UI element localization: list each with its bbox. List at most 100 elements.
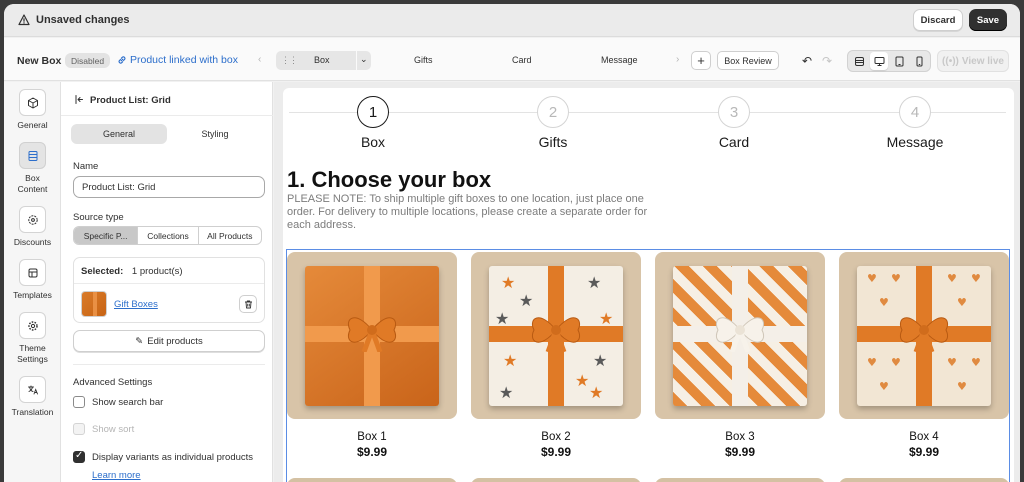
svg-text:♥: ♥	[971, 356, 981, 369]
undo-icon[interactable]: ↶	[802, 54, 812, 68]
box-review-button[interactable]: Box Review	[717, 51, 779, 70]
product-card-next-row	[655, 478, 825, 482]
view-live-button[interactable]: ((•)) View live	[937, 50, 1009, 72]
broadcast-icon: ((•))	[942, 55, 959, 67]
redo-icon[interactable]: ↷	[822, 54, 832, 68]
step-number: 3	[718, 96, 750, 128]
rail-label-box-content: Box Content	[17, 173, 48, 194]
product-card[interactable]: ★ ★ ★ ★ ★ ★ ★ ★ ★ ★ Box 2 $9.99	[471, 252, 641, 459]
product-image	[287, 252, 457, 419]
sort-label: Show sort	[92, 424, 135, 435]
back-icon[interactable]	[73, 94, 84, 105]
tab-general[interactable]: General	[71, 124, 167, 144]
rail-item-box-content[interactable]: Box Content	[4, 142, 61, 195]
product-card-next-row	[471, 478, 641, 482]
tablet-icon	[895, 56, 903, 66]
step-name: Gifts	[538, 134, 568, 150]
svg-text:♥: ♥	[957, 380, 967, 393]
panel-tabs: General Styling	[71, 124, 263, 144]
selected-count: 1 product(s)	[131, 266, 183, 277]
rail-label-discounts: Discounts	[13, 237, 52, 247]
product-name-link[interactable]: Gift Boxes	[114, 299, 158, 310]
product-price: $9.99	[356, 445, 388, 459]
tab-styling[interactable]: Styling	[167, 124, 263, 144]
svg-text:♥: ♥	[971, 272, 981, 285]
mobile-view-button[interactable]	[910, 52, 928, 70]
chevron-down-icon[interactable]: ⌄	[360, 54, 368, 65]
product-card[interactable]: Box 3 $9.99	[655, 252, 825, 459]
bow-icon	[532, 317, 580, 352]
rail-item-general[interactable]: General	[4, 89, 61, 131]
svg-text:★: ★	[589, 383, 603, 402]
product-link-label: Product linked with box	[130, 54, 238, 66]
advanced-settings-heading: Advanced Settings	[73, 377, 153, 388]
rail-item-theme-settings[interactable]: Theme Settings	[4, 312, 61, 365]
preview-canvas: 1 Box 2 Gifts 3 Card 4 Message 1. Choose…	[283, 88, 1014, 482]
product-card[interactable]: Box 1 $9.99	[287, 252, 457, 459]
app-frame: Unsaved changes Discard Save New Box Dis…	[4, 4, 1020, 482]
rail-item-discounts[interactable]: Discounts	[4, 206, 61, 248]
view-live-label: View live	[961, 55, 1004, 67]
pencil-icon: ✎	[135, 335, 144, 347]
list-icon	[28, 150, 37, 161]
preview-step-box[interactable]: 1 Box	[313, 96, 433, 150]
toolbar-step-card[interactable]: Card	[512, 55, 532, 65]
sort-checkbox[interactable]	[73, 423, 85, 435]
product-image: ★ ★ ★ ★ ★ ★ ★ ★ ★ ★	[471, 252, 641, 419]
product-name: Box 3	[725, 431, 755, 443]
left-rail: General Box Content Discounts Templates …	[4, 82, 61, 482]
toolbar-step-gifts[interactable]: Gifts	[414, 55, 433, 65]
svg-text:♥: ♥	[867, 272, 877, 285]
preview-step-message[interactable]: 4 Message	[855, 96, 975, 150]
source-option-specific[interactable]: Specific P...	[74, 227, 139, 244]
rail-item-translation[interactable]: Translation	[4, 376, 61, 418]
product-price: $9.99	[540, 445, 572, 459]
rail-label-templates: Templates	[13, 290, 52, 300]
tablet-view-button[interactable]	[890, 52, 908, 70]
step-name: Box	[360, 134, 386, 150]
preview-step-gifts[interactable]: 2 Gifts	[493, 96, 613, 150]
source-option-all-products[interactable]: All Products	[199, 227, 261, 244]
learn-more-link[interactable]: Learn more	[92, 470, 141, 481]
svg-text:♥: ♥	[947, 272, 957, 285]
step-select[interactable]: ⋮⋮ Box ⌄	[276, 51, 371, 70]
edit-products-button[interactable]: ✎ Edit products	[73, 330, 265, 352]
toolbar-step-message[interactable]: Message	[601, 55, 638, 65]
chevron-left-icon[interactable]: ‹	[258, 54, 261, 65]
step-name: Card	[718, 134, 750, 150]
svg-text:♥: ♥	[891, 272, 901, 285]
chevron-right-icon[interactable]: ›	[676, 54, 679, 65]
save-button[interactable]: Save	[969, 9, 1007, 31]
step-name: Message	[886, 134, 944, 150]
fullwidth-view-button[interactable]	[850, 52, 868, 70]
rail-item-templates[interactable]: Templates	[4, 259, 61, 301]
product-name: Box 1	[357, 431, 387, 443]
product-image	[655, 252, 825, 419]
bow-icon	[348, 317, 396, 352]
search-bar-checkbox[interactable]	[73, 396, 85, 408]
selected-products-card: Selected: 1 product(s) Gift Boxes	[73, 257, 265, 323]
product-grid[interactable]: Box 1 $9.99 ★ ★ ★ ★ ★ ★ ★ ★ ★ ★ Box 2 $9…	[286, 249, 1010, 482]
step-number: 4	[899, 96, 931, 128]
source-option-collections[interactable]: Collections	[138, 227, 199, 244]
svg-text:★: ★	[501, 273, 515, 292]
desktop-icon	[874, 56, 884, 66]
discard-button[interactable]: Discard	[913, 9, 963, 31]
preview-heading: 1. Choose your box	[287, 167, 492, 192]
svg-text:♥: ♥	[947, 356, 957, 369]
add-step-button[interactable]: +	[691, 51, 711, 70]
panel-title: Product List: Grid	[90, 95, 171, 106]
desktop-view-button[interactable]	[870, 52, 888, 70]
remove-product-button[interactable]	[239, 295, 257, 313]
gear-icon	[27, 320, 38, 331]
step-number: 2	[537, 96, 569, 128]
product-card[interactable]: ♥ ♥ ♥ ♥ ♥ ♥ ♥ ♥ ♥ ♥ ♥ ♥ Box 4 $9.99	[839, 252, 1009, 459]
variants-checkbox[interactable]	[73, 450, 85, 463]
product-link[interactable]: Product linked with box	[117, 54, 238, 66]
drag-handle-icon[interactable]: ⋮⋮	[281, 55, 298, 66]
fullwidth-icon	[854, 56, 864, 66]
rail-label-theme-settings: Theme Settings	[17, 343, 48, 364]
product-name: Box 2	[541, 431, 571, 443]
preview-step-card[interactable]: 3 Card	[674, 96, 794, 150]
name-input[interactable]: Product List: Grid	[73, 176, 265, 198]
